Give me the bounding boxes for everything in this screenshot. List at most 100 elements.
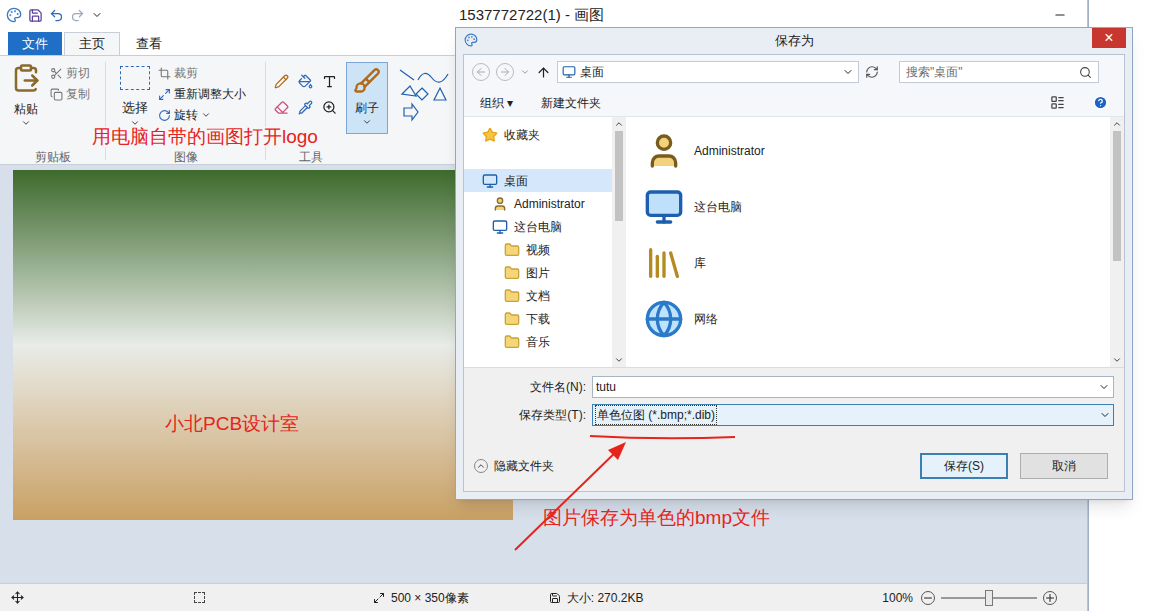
file-item[interactable]: 网络 — [644, 291, 1110, 347]
status-bar: 500 × 350像素大小: 270.2KB100% — [0, 583, 1087, 611]
text-icon[interactable] — [322, 74, 337, 89]
screen: 1537772722(1) - 画图文件主页查看粘贴剪切复制选择裁剪重新调整大小… — [0, 0, 1149, 611]
organize-button[interactable]: 组织 ▾ — [480, 94, 513, 112]
nav-item[interactable]: 桌面 — [464, 169, 612, 192]
zoom-slider[interactable] — [941, 597, 1037, 599]
refresh-icon[interactable] — [865, 65, 879, 79]
redo-icon[interactable] — [70, 8, 85, 23]
recent-icon[interactable] — [520, 67, 530, 77]
nav-item[interactable]: Administrator — [464, 192, 612, 215]
scroll-thumb[interactable] — [615, 131, 623, 221]
file-item[interactable]: 这台电脑 — [644, 179, 1110, 235]
dropdown-icon — [201, 110, 211, 120]
nav-item[interactable]: 这台电脑 — [464, 215, 612, 238]
annotation: 小北PCB设计室 — [165, 410, 299, 439]
list-scrollbar[interactable] — [1110, 117, 1124, 367]
toolbar: 组织 ▾ 新建文件夹 — [464, 89, 1124, 117]
rotate-icon — [158, 109, 171, 122]
copy-icon — [50, 88, 63, 101]
customize-icon[interactable] — [91, 9, 103, 21]
ribbon-tab[interactable]: 查看 — [122, 32, 176, 55]
computer-icon — [492, 219, 508, 235]
magnifier-icon[interactable] — [322, 100, 337, 115]
type-label: 保存类型(T): — [474, 406, 586, 424]
group-labels: 剪贴板图像工具 — [0, 148, 356, 166]
dropdown-icon — [130, 118, 140, 128]
zoom-out-icon[interactable] — [921, 591, 935, 605]
undo-icon[interactable] — [49, 8, 64, 23]
user-icon — [492, 196, 508, 212]
brush-button[interactable]: 刷子 — [346, 62, 388, 134]
nav-item[interactable]: 视频 — [464, 238, 612, 261]
dialog-title-bar: 保存为× — [456, 28, 1132, 54]
file-item[interactable]: Administrator — [644, 123, 1110, 179]
zoom-in-icon[interactable] — [1043, 591, 1057, 605]
help-icon[interactable] — [1093, 95, 1108, 110]
color-picker-icon[interactable] — [298, 100, 313, 115]
hide-folders-button[interactable]: 隐藏文件夹 — [474, 457, 554, 475]
annotation: 用电脑自带的画图打开logo — [92, 127, 318, 147]
resize-button[interactable]: 重新调整大小 — [158, 85, 246, 103]
search-box[interactable]: 搜索"桌面" — [899, 61, 1099, 83]
select-icon — [120, 66, 150, 90]
address-bar[interactable]: 桌面 — [557, 61, 859, 83]
scroll-thumb[interactable] — [1113, 131, 1121, 261]
network-icon — [644, 299, 684, 339]
file-tab[interactable]: 文件 — [8, 32, 62, 55]
photo: 小北PCB设计室 — [13, 170, 513, 520]
scissors-icon — [50, 67, 63, 80]
nav-scrollbar[interactable] — [612, 117, 626, 367]
close-button[interactable]: × — [1092, 28, 1126, 48]
file-name-field[interactable]: tutu — [592, 376, 1114, 398]
type-select[interactable]: 单色位图 (*.bmp;*.dib) — [592, 404, 1114, 426]
nav-item[interactable]: 收藏夹 — [464, 123, 612, 146]
folder-icon — [504, 288, 520, 304]
nav-item[interactable]: 下载 — [464, 307, 612, 330]
save-button[interactable]: 保存(S) — [920, 453, 1008, 479]
nav-item[interactable]: 音乐 — [464, 330, 612, 353]
dialog-body: 桌面搜索"桌面"组织 ▾新建文件夹收藏夹桌面Administrator这台电脑视… — [463, 54, 1125, 492]
pencil-icon[interactable] — [274, 74, 289, 89]
up-icon[interactable] — [536, 65, 551, 80]
folder-icon — [504, 242, 520, 258]
disk-icon — [549, 592, 561, 604]
image-size: 500 × 350像素 — [373, 589, 469, 607]
shapes-gallery-icon[interactable] — [398, 66, 458, 126]
minimize-icon[interactable] — [1053, 8, 1067, 22]
view-icon[interactable] — [1050, 95, 1065, 110]
paint-app-icon — [464, 33, 478, 47]
dropdown-icon — [842, 66, 854, 78]
resize-icon — [158, 88, 171, 101]
forward-icon[interactable] — [496, 63, 514, 81]
nav-item[interactable]: 文档 — [464, 284, 612, 307]
scroll-up-icon — [614, 119, 624, 129]
cancel-button[interactable]: 取消 — [1020, 453, 1108, 479]
paste-icon — [11, 62, 41, 94]
navigation-pane: 收藏夹桌面Administrator这台电脑视频图片文档下载音乐 — [464, 117, 612, 367]
file-list: Administrator这台电脑库网络 — [626, 117, 1110, 367]
scroll-down-icon — [614, 355, 624, 365]
cut-button[interactable]: 剪切 — [50, 64, 90, 82]
new-folder-button[interactable]: 新建文件夹 — [541, 94, 601, 112]
scroll-up-icon — [1112, 119, 1122, 129]
rotate-button[interactable]: 旋转 — [158, 106, 246, 124]
group-label: 图像 — [106, 148, 266, 166]
paste-button[interactable]: 粘贴 — [8, 62, 44, 160]
brush-icon — [353, 67, 381, 95]
ribbon-tab[interactable]: 主页 — [64, 32, 120, 55]
dropdown-icon — [1098, 381, 1110, 393]
back-icon[interactable] — [472, 63, 490, 81]
annotation: 图片保存为单色的bmp文件 — [543, 504, 770, 533]
crop-button[interactable]: 裁剪 — [158, 64, 246, 82]
browser: 收藏夹桌面Administrator这台电脑视频图片文档下载音乐Administ… — [464, 117, 1124, 367]
dropdown-icon — [362, 117, 372, 127]
file-item[interactable]: 库 — [644, 235, 1110, 291]
save-icon[interactable] — [28, 8, 43, 23]
zoom-thumb[interactable] — [985, 590, 993, 606]
eraser-icon[interactable] — [274, 100, 289, 115]
nav-item[interactable]: 图片 — [464, 261, 612, 284]
copy-button[interactable]: 复制 — [50, 85, 90, 103]
fill-icon[interactable] — [298, 74, 313, 89]
save-dialog: 保存为×桌面搜索"桌面"组织 ▾新建文件夹收藏夹桌面Administrator这… — [455, 27, 1133, 500]
image-size-icon — [373, 592, 385, 604]
